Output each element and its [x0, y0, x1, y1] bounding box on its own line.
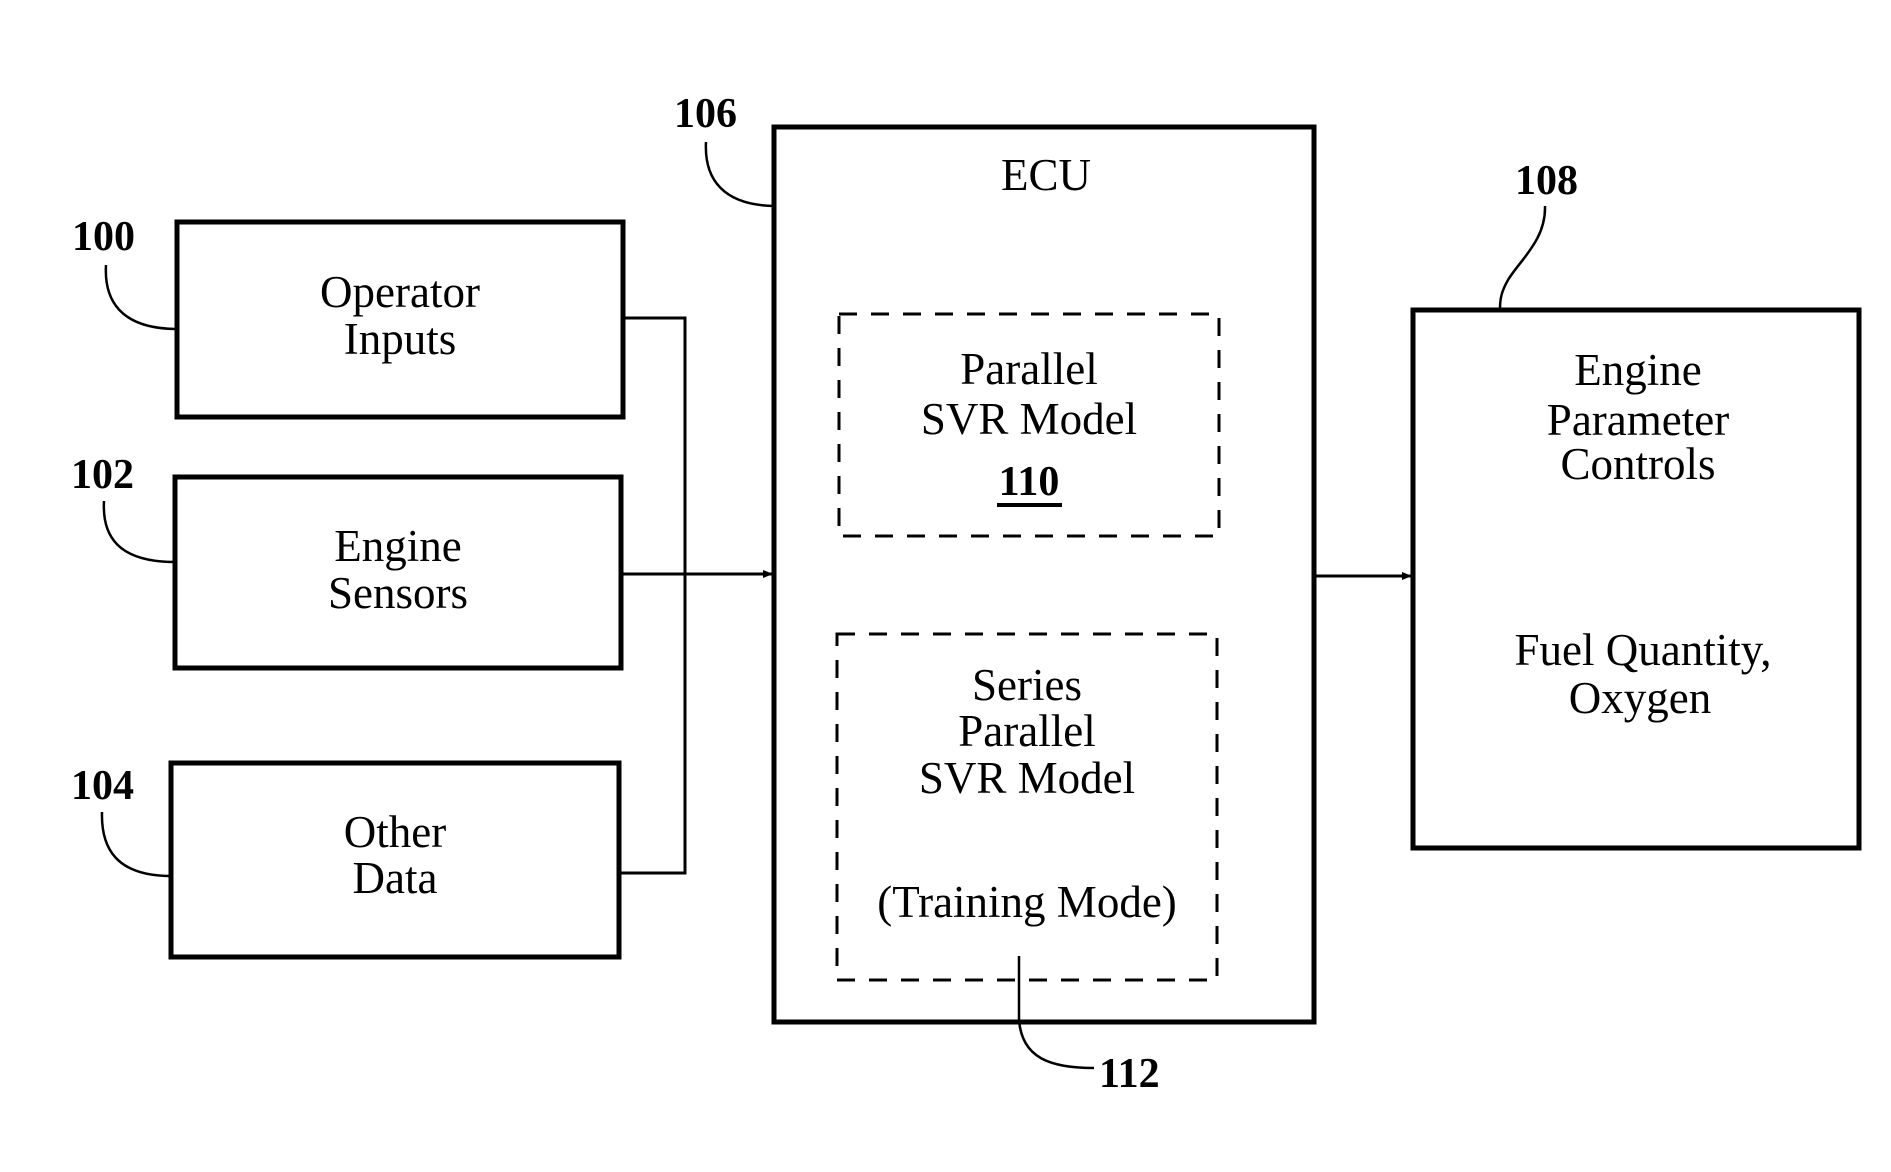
parallel-svr-model-block: Parallel SVR Model 110 [837, 312, 1221, 538]
ref-label-100: 100 [72, 214, 135, 260]
ref-label-106: 106 [674, 91, 737, 137]
ref-label-110: 110 [999, 459, 1060, 505]
series-parallel-mode: (Training Mode) [877, 877, 1177, 927]
ref-label-108: 108 [1515, 158, 1578, 204]
engine-sensors-block: Engine Sensors [172, 474, 624, 671]
engine-parameter-line-1: Engine [1574, 345, 1701, 395]
operator-inputs-line-2: Inputs [344, 314, 457, 364]
engine-parameter-controls-block: Engine Parameter Controls Fuel Quantity,… [1410, 307, 1862, 851]
engine-parameter-line-2: Parameter [1547, 395, 1729, 445]
engine-sensors-line-2: Sensors [328, 568, 468, 618]
leader-line-108 [1498, 205, 1547, 310]
engine-sensors-line-1: Engine [334, 521, 461, 571]
leader-line-100 [104, 264, 176, 331]
other-data-line-1: Other [344, 807, 446, 857]
leader-line-102 [102, 500, 176, 564]
engine-parameter-line-3: Controls [1560, 439, 1715, 489]
parallel-svr-line-2: SVR Model [921, 394, 1137, 444]
parallel-svr-line-1: Parallel [960, 344, 1097, 394]
leader-line-106 [704, 141, 775, 208]
operator-inputs-line-1: Operator [320, 267, 480, 317]
ref-label-102: 102 [71, 452, 134, 498]
leader-line-112 [1017, 956, 1095, 1070]
ref-label-104: 104 [71, 763, 134, 809]
series-parallel-svr-model-block: Series Parallel SVR Model (Training Mode… [835, 632, 1219, 982]
operator-inputs-block: Operator Inputs [174, 219, 626, 420]
ecu-title: ECU [1001, 150, 1091, 200]
series-parallel-line-3: SVR Model [919, 753, 1135, 803]
other-data-block: Other Data [168, 760, 622, 960]
engine-parameter-detail-1: Fuel Quantity, [1514, 625, 1771, 675]
engine-parameter-detail-2: Oxygen [1569, 673, 1711, 723]
block-diagram: Operator Inputs 100 Engine Sensors 102 O… [71, 91, 1862, 1097]
other-data-line-2: Data [353, 853, 438, 903]
series-parallel-line-1: Series [972, 660, 1082, 710]
ref-label-112: 112 [1099, 1051, 1160, 1097]
input-bus-connector [619, 316, 687, 875]
leader-line-104 [100, 811, 172, 878]
series-parallel-line-2: Parallel [958, 706, 1095, 756]
